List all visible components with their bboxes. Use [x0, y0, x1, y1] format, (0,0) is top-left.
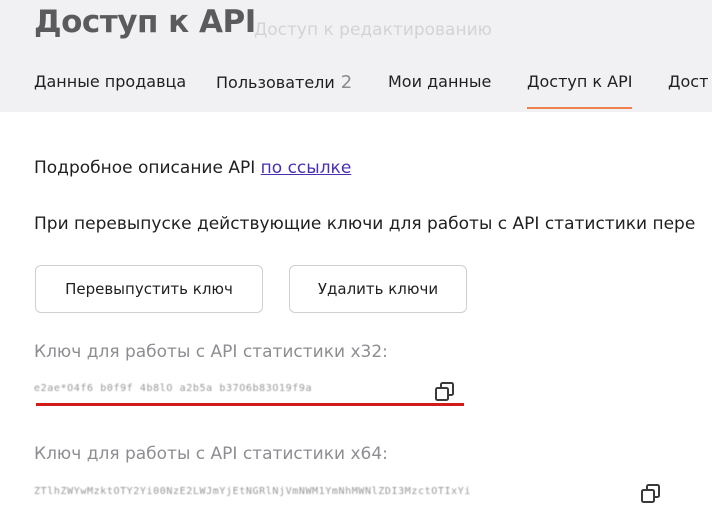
- tab-label: Мои данные: [388, 72, 492, 91]
- description-link[interactable]: по ссылке: [261, 158, 352, 178]
- page-title: Доступ к API: [34, 4, 256, 40]
- users-count-badge: 2: [340, 72, 353, 93]
- tab-my-data[interactable]: Мои данные: [388, 72, 491, 91]
- key32-value[interactable]: e2ae*O4f6 b0f9f 4b8lO a2b5a b37O6b83O19f…: [34, 383, 424, 394]
- tab-label: Доступ к API: [527, 72, 633, 91]
- key64-value[interactable]: ZTlhZWYwMzktOTY2Yi00NzE2LWJmYjEtNGRlNjVm…: [34, 486, 624, 497]
- highlight-underline: [36, 403, 464, 406]
- reissue-key-button[interactable]: Перевыпустить ключ: [35, 265, 263, 313]
- delete-keys-button[interactable]: Удалить ключи: [289, 265, 467, 313]
- key64-label: Ключ для работы с API статистики x64:: [34, 444, 388, 464]
- tab-label: Данные продавца: [34, 72, 187, 91]
- key32-label: Ключ для работы с API статистики x32:: [34, 342, 388, 362]
- active-tab-indicator: [527, 107, 632, 109]
- copy-icon[interactable]: [638, 481, 664, 507]
- api-description: Подробное описание API по ссылке: [34, 158, 351, 178]
- tab-label: Дост: [668, 72, 709, 91]
- page-header: Доступ к API Доступ к редактированию: [0, 0, 712, 56]
- tabs-bar: Данные продавца Пользователи 2 Мои данные…: [0, 56, 712, 110]
- tab-users[interactable]: Пользователи 2: [216, 72, 352, 93]
- tab-api-access[interactable]: Доступ к API: [527, 72, 632, 91]
- reissue-warning: При перевыпуске действующие ключи для ра…: [34, 214, 696, 234]
- copy-icon[interactable]: [432, 379, 458, 405]
- tab-seller-data[interactable]: Данные продавца: [34, 72, 186, 91]
- tab-label: Пользователи: [216, 73, 335, 92]
- page-subtitle: Доступ к редактированию: [254, 20, 492, 40]
- description-text: Подробное описание API: [34, 158, 256, 178]
- tab-edit-access[interactable]: Дост: [668, 72, 708, 91]
